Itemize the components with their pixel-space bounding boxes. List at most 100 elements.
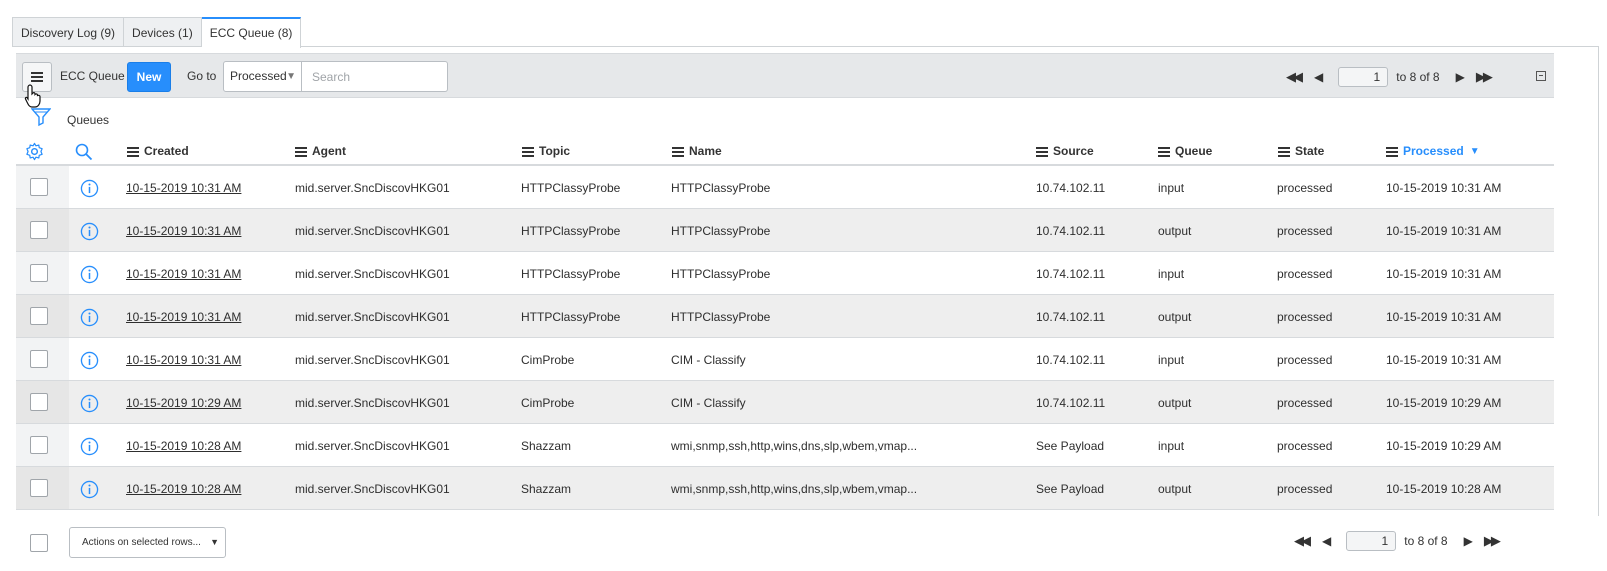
cell-state: processed bbox=[1277, 353, 1333, 367]
search-input[interactable] bbox=[302, 61, 448, 92]
cell-source: 10.74.102.11 bbox=[1036, 353, 1106, 367]
cell-source: See Payload bbox=[1036, 482, 1105, 496]
sort-descending-icon: ▼ bbox=[1469, 145, 1480, 157]
row-checkbox[interactable] bbox=[30, 479, 48, 497]
info-icon[interactable] bbox=[80, 222, 99, 241]
column-header-created[interactable]: Created bbox=[127, 144, 189, 158]
row-checkbox[interactable] bbox=[30, 436, 48, 454]
table-body: 10-15-2019 10:31 AM mid.server.SncDiscov… bbox=[16, 166, 1554, 510]
cell-agent: mid.server.SncDiscovHKG01 bbox=[295, 267, 450, 281]
column-menu-icon[interactable] bbox=[522, 146, 534, 157]
goto-field-value: Processed bbox=[230, 69, 287, 83]
column-menu-icon[interactable] bbox=[1158, 146, 1170, 157]
cell-processed: 10-15-2019 10:28 AM bbox=[1386, 482, 1502, 496]
cell-source: 10.74.102.11 bbox=[1036, 310, 1106, 324]
column-header-name[interactable]: Name bbox=[672, 144, 722, 158]
actions-select[interactable]: Actions on selected rows... ▼ bbox=[69, 527, 226, 558]
row-checkbox[interactable] bbox=[30, 393, 48, 411]
table-row: 10-15-2019 10:29 AM mid.server.SncDiscov… bbox=[16, 381, 1554, 424]
column-header-processed[interactable]: Processed ▼ bbox=[1386, 144, 1480, 158]
row-checkbox[interactable] bbox=[30, 178, 48, 196]
cell-created[interactable]: 10-15-2019 10:31 AM bbox=[126, 267, 241, 281]
tab-discovery-log[interactable]: Discovery Log (9) bbox=[12, 17, 125, 47]
search-icon[interactable] bbox=[75, 143, 93, 161]
column-header-topic[interactable]: Topic bbox=[522, 144, 570, 158]
tab-devices[interactable]: Devices (1) bbox=[124, 17, 202, 47]
info-icon[interactable] bbox=[80, 308, 99, 327]
cell-topic: Shazzam bbox=[521, 439, 572, 453]
new-button[interactable]: New bbox=[127, 62, 171, 92]
column-header-agent[interactable]: Agent bbox=[295, 144, 346, 158]
prev-page-icon[interactable]: ◀ bbox=[1314, 70, 1323, 84]
cell-created[interactable]: 10-15-2019 10:28 AM bbox=[126, 482, 241, 496]
info-icon[interactable] bbox=[80, 480, 99, 499]
row-select-cell bbox=[16, 252, 69, 294]
info-icon[interactable] bbox=[80, 265, 99, 284]
cell-source: 10.74.102.11 bbox=[1036, 181, 1106, 195]
column-menu-icon[interactable] bbox=[1278, 146, 1290, 157]
cell-agent: mid.server.SncDiscovHKG01 bbox=[295, 353, 450, 367]
cell-agent: mid.server.SncDiscovHKG01 bbox=[295, 181, 450, 195]
column-header-source[interactable]: Source bbox=[1036, 144, 1094, 158]
cell-created[interactable]: 10-15-2019 10:28 AM bbox=[126, 439, 241, 453]
next-page-icon[interactable]: ▶ bbox=[1464, 534, 1473, 548]
prev-page-icon[interactable]: ◀ bbox=[1322, 534, 1331, 548]
cell-created[interactable]: 10-15-2019 10:31 AM bbox=[126, 310, 241, 324]
first-page-icon[interactable]: ◀◀ bbox=[1294, 533, 1311, 549]
cell-state: processed bbox=[1277, 396, 1333, 410]
cell-agent: mid.server.SncDiscovHKG01 bbox=[295, 439, 450, 453]
table-row: 10-15-2019 10:28 AM mid.server.SncDiscov… bbox=[16, 424, 1554, 467]
column-menu-icon[interactable] bbox=[672, 146, 684, 157]
cell-queue: output bbox=[1158, 224, 1192, 238]
tab-bar: Discovery Log (9) Devices (1) ECC Queue … bbox=[12, 17, 302, 48]
row-checkbox[interactable] bbox=[30, 264, 48, 282]
column-menu-icon[interactable] bbox=[1386, 146, 1398, 157]
cell-created[interactable]: 10-15-2019 10:29 AM bbox=[126, 396, 241, 410]
row-checkbox[interactable] bbox=[30, 307, 48, 325]
cell-agent: mid.server.SncDiscovHKG01 bbox=[295, 482, 450, 496]
cell-state: processed bbox=[1277, 482, 1333, 496]
last-page-icon[interactable]: ▶▶ bbox=[1476, 69, 1493, 85]
tab-ecc-queue[interactable]: ECC Queue (8) bbox=[201, 17, 302, 48]
cell-source: 10.74.102.11 bbox=[1036, 396, 1106, 410]
column-header-state[interactable]: State bbox=[1278, 144, 1324, 158]
cell-state: processed bbox=[1277, 310, 1333, 324]
cell-name: CIM - Classify bbox=[671, 396, 746, 410]
column-menu-icon[interactable] bbox=[1036, 146, 1048, 157]
cell-created[interactable]: 10-15-2019 10:31 AM bbox=[126, 181, 241, 195]
info-icon[interactable] bbox=[80, 437, 99, 456]
filter-icon[interactable] bbox=[31, 105, 51, 129]
row-select-cell bbox=[16, 467, 69, 509]
row-select-cell bbox=[16, 338, 69, 380]
info-icon[interactable] bbox=[80, 394, 99, 413]
cell-state: processed bbox=[1277, 224, 1333, 238]
row-checkbox[interactable] bbox=[30, 221, 48, 239]
cell-processed: 10-15-2019 10:31 AM bbox=[1386, 310, 1502, 324]
cell-processed: 10-15-2019 10:31 AM bbox=[1386, 267, 1502, 281]
cell-processed: 10-15-2019 10:31 AM bbox=[1386, 224, 1502, 238]
cell-created[interactable]: 10-15-2019 10:31 AM bbox=[126, 353, 241, 367]
goto-field-select[interactable]: Processed ▼ bbox=[223, 61, 302, 92]
first-page-icon[interactable]: ◀◀ bbox=[1286, 69, 1303, 85]
last-page-icon[interactable]: ▶▶ bbox=[1484, 533, 1501, 549]
gear-icon[interactable] bbox=[25, 142, 44, 161]
column-header-queue[interactable]: Queue bbox=[1158, 144, 1212, 158]
page-number-input[interactable]: 1 bbox=[1338, 67, 1389, 87]
page-number-input[interactable]: 1 bbox=[1346, 531, 1397, 551]
info-icon[interactable] bbox=[80, 179, 99, 198]
cell-topic: Shazzam bbox=[521, 482, 572, 496]
row-checkbox[interactable] bbox=[30, 350, 48, 368]
cell-name: wmi,snmp,ssh,http,wins,dns,slp,wbem,vmap… bbox=[671, 439, 918, 453]
column-menu-icon[interactable] bbox=[127, 146, 139, 157]
cell-name: HTTPClassyProbe bbox=[671, 224, 771, 238]
cell-topic: HTTPClassyProbe bbox=[521, 267, 621, 281]
collapse-icon[interactable] bbox=[1536, 71, 1546, 81]
info-icon[interactable] bbox=[80, 351, 99, 370]
column-menu-icon[interactable] bbox=[295, 146, 307, 157]
breadcrumb[interactable]: Queues bbox=[67, 113, 109, 127]
select-all-checkbox[interactable] bbox=[30, 534, 48, 552]
cell-source: See Payload bbox=[1036, 439, 1105, 453]
chevron-down-icon: ▼ bbox=[210, 537, 219, 547]
cell-created[interactable]: 10-15-2019 10:31 AM bbox=[126, 224, 241, 238]
next-page-icon[interactable]: ▶ bbox=[1456, 70, 1465, 84]
